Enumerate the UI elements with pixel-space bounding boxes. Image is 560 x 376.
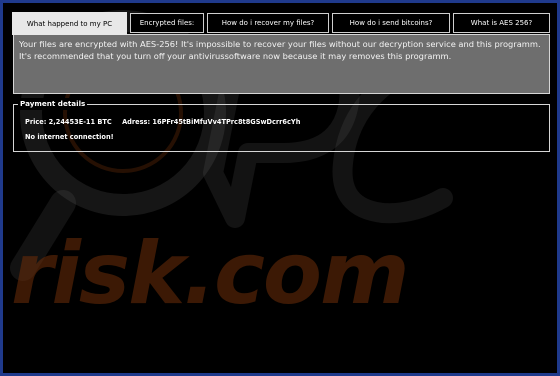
tab-what-happened[interactable]: What happend to my PC <box>12 12 127 35</box>
bitcoin-address: Adress: 16PFr45tBiMfuVv4TPrc8t8GSwDcrr6c… <box>122 118 301 126</box>
payment-info-row: Price: 2,24453E-11 BTC Adress: 16PFr45tB… <box>25 117 308 127</box>
connection-status: No internet connection! <box>25 133 114 141</box>
message-panel: Your files are encrypted with AES-256! I… <box>13 34 550 94</box>
watermark-text: risk.com <box>11 224 410 324</box>
price-label: Price: 2,24453E-11 BTC <box>25 118 112 126</box>
payment-details-title: Payment details <box>18 98 88 110</box>
payment-details-group: Payment details Price: 2,24453E-11 BTC A… <box>13 98 550 152</box>
ransomware-window: risk.com What happend to my PC Encrypted… <box>0 0 560 376</box>
tab-send-bitcoins[interactable]: How do i send bitcoins? <box>332 13 450 33</box>
tab-recover-files[interactable]: How do i recover my files? <box>207 13 329 33</box>
ransom-message-text: Your files are encrypted with AES-256! I… <box>19 39 541 61</box>
tab-encrypted-files[interactable]: Encrypted files: <box>130 13 204 33</box>
tab-what-is-aes[interactable]: What is AES 256? <box>453 13 550 33</box>
